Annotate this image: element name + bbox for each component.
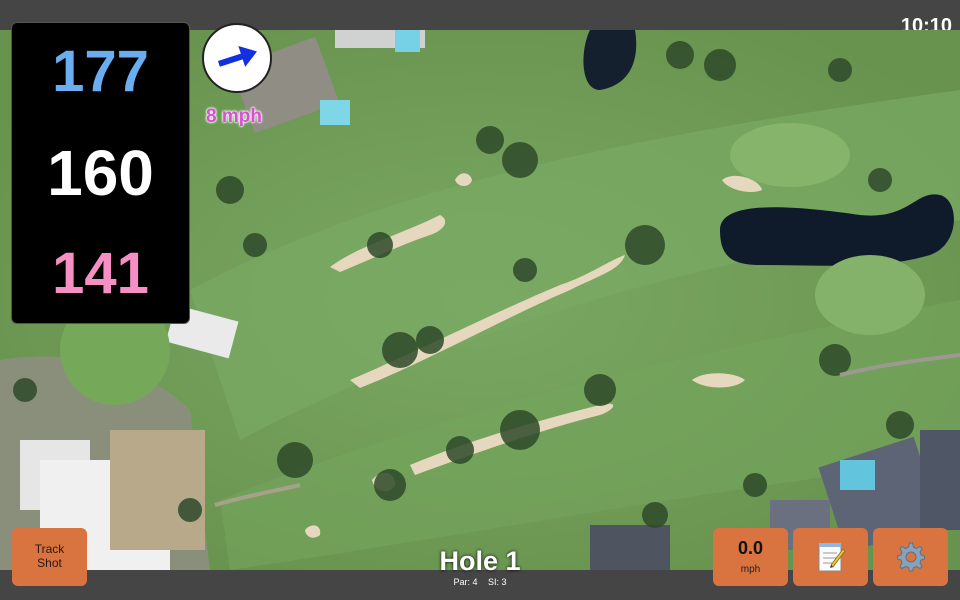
hole-stroke-index: SI: 3 <box>488 577 507 587</box>
track-shot-button[interactable]: Track Shot <box>12 528 87 586</box>
front-yardage: 141 <box>52 241 149 306</box>
speed-value: 0.0 <box>737 538 764 558</box>
wind-indicator <box>202 23 272 93</box>
track-shot-label-line2: Shot <box>37 556 62 570</box>
speed-unit: mph <box>740 564 761 575</box>
back-yardage: 177 <box>52 39 149 104</box>
notes-button[interactable] <box>793 528 868 586</box>
center-yardage: 160 <box>47 137 154 209</box>
yardage-panel: 177 160 141 <box>11 22 190 324</box>
wind-arrow-icon <box>218 45 257 67</box>
hole-title: Hole 1 <box>439 546 521 576</box>
gear-icon <box>896 542 925 572</box>
hole-par: Par: 4 <box>453 577 478 587</box>
hole-info: Par: 4 SI: 3 <box>380 577 580 587</box>
settings-button[interactable] <box>873 528 948 586</box>
track-shot-label-line1: Track <box>34 542 65 557</box>
wind-speed-label: 8 mph <box>206 106 262 127</box>
speed-button[interactable]: 0.0 mph <box>713 528 788 586</box>
notepad-icon <box>818 543 846 572</box>
